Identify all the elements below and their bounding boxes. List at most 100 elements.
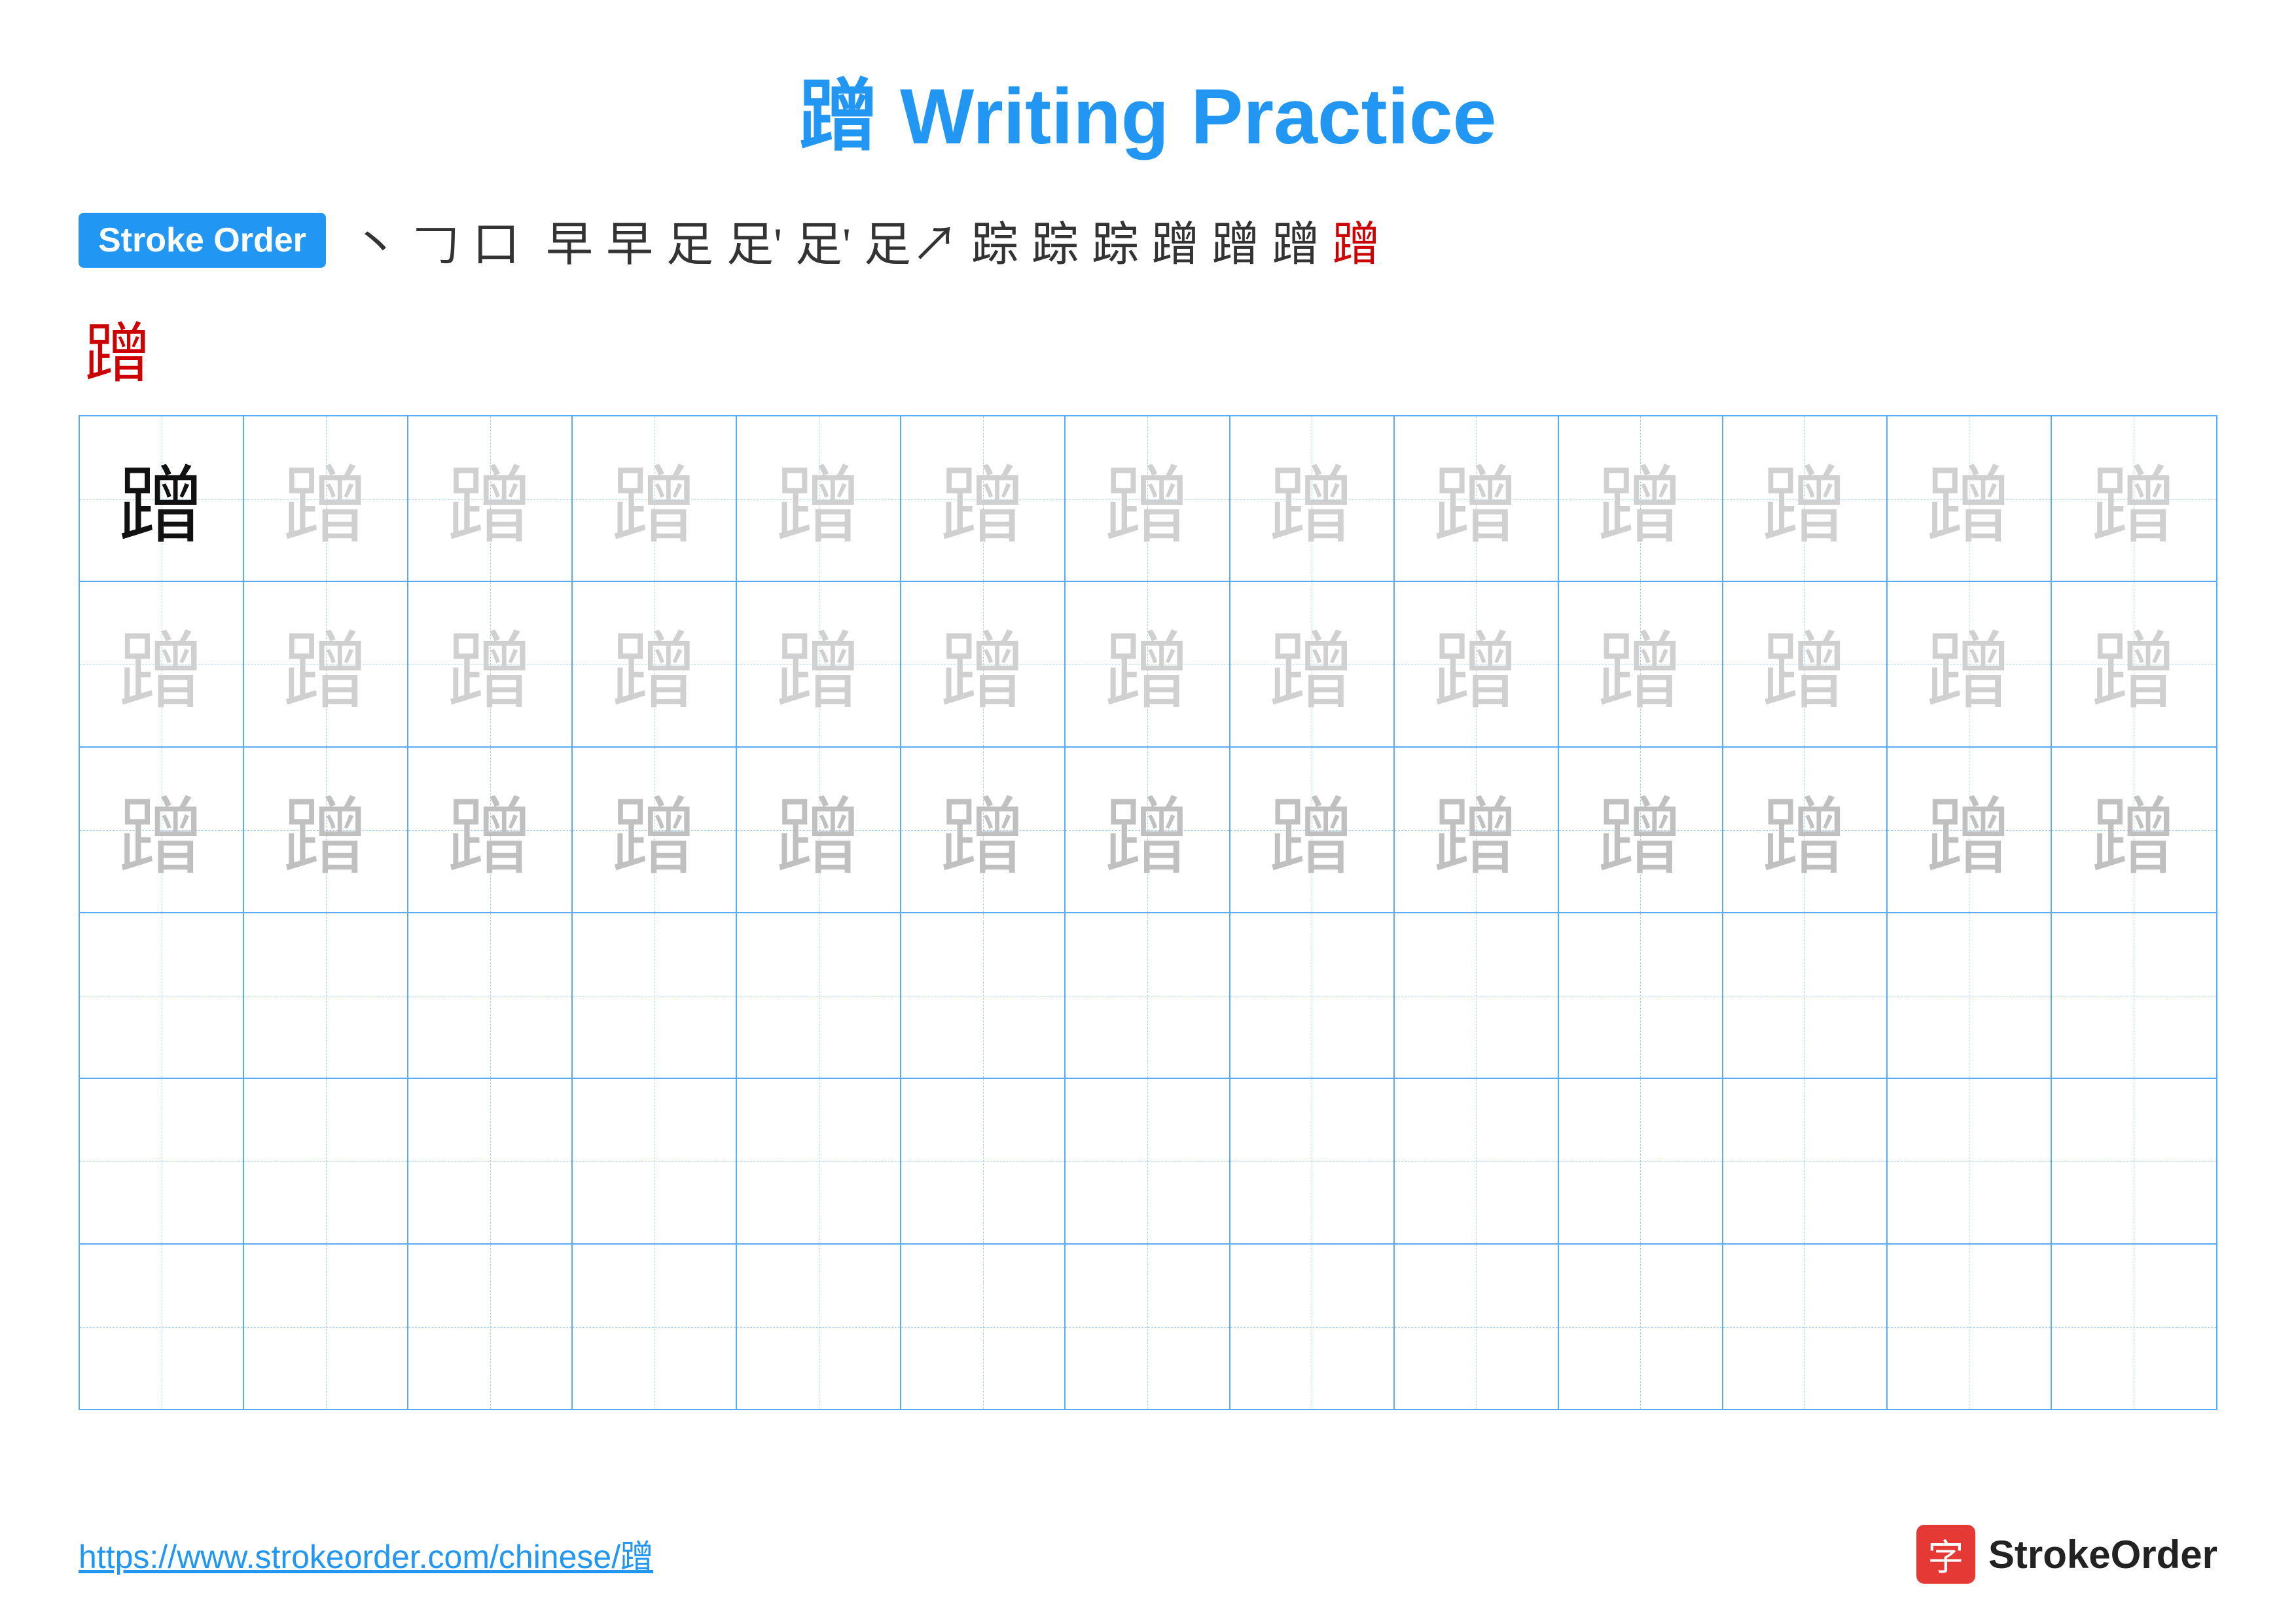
grid-cell-1-7: 蹭: [1066, 416, 1230, 581]
grid-cell-2-3: 蹭: [408, 582, 573, 746]
stroke-11: 踪: [971, 206, 1018, 274]
char-light: 蹭: [1926, 437, 2011, 560]
grid-cell-4-8[interactable]: [1230, 913, 1395, 1078]
page: 蹭 Writing Practice Stroke Order 丶 𠃌 口 𠃆 …: [0, 0, 2296, 1623]
stroke-7: 足: [666, 206, 713, 274]
grid-cell-6-10[interactable]: [1559, 1245, 1723, 1409]
grid-cell-4-13[interactable]: [2052, 913, 2216, 1078]
char-medium-light: 蹭: [1598, 769, 1683, 892]
char-medium-light: 蹭: [941, 769, 1026, 892]
char-medium-light: 蹭: [283, 769, 368, 892]
grid-cell-4-7[interactable]: [1066, 913, 1230, 1078]
grid-cell-6-4[interactable]: [573, 1245, 737, 1409]
grid-cell-4-9[interactable]: [1395, 913, 1559, 1078]
char-light: 蹭: [1433, 603, 1518, 726]
grid-cell-3-1: 蹭: [80, 748, 244, 912]
stroke-chars: 丶 𠃌 口 𠃆 早 早 足 足' 足' 足↗ 踪 踪 踪 蹭 蹭 蹭 蹭: [352, 206, 1380, 274]
grid-cell-4-4[interactable]: [573, 913, 737, 1078]
grid-cell-1-8: 蹭: [1230, 416, 1395, 581]
char-light: 蹭: [119, 603, 204, 726]
char-light: 蹭: [2091, 437, 2176, 560]
char-light: 蹭: [1762, 603, 1847, 726]
char-dark: 蹭: [119, 437, 204, 560]
grid-cell-6-2[interactable]: [244, 1245, 408, 1409]
grid-cell-5-1[interactable]: [80, 1079, 244, 1243]
grid-cell-4-10[interactable]: [1559, 913, 1723, 1078]
grid-row-3: 蹭 蹭 蹭 蹭 蹭 蹭 蹭 蹭 蹭: [80, 748, 2216, 913]
grid-cell-1-3: 蹭: [408, 416, 573, 581]
grid-cell-1-6: 蹭: [901, 416, 1066, 581]
grid-cell-2-11: 蹭: [1723, 582, 1888, 746]
grid-cell-5-7[interactable]: [1066, 1079, 1230, 1243]
char-light: 蹭: [612, 437, 697, 560]
char-light: 蹭: [612, 603, 697, 726]
grid-cell-5-11[interactable]: [1723, 1079, 1888, 1243]
grid-cell-6-5[interactable]: [737, 1245, 901, 1409]
grid-cell-4-6[interactable]: [901, 913, 1066, 1078]
grid-row-4: [80, 913, 2216, 1079]
char-light: 蹭: [1598, 437, 1683, 560]
final-character-display: 蹭: [85, 301, 2217, 395]
grid-cell-5-12[interactable]: [1888, 1079, 2052, 1243]
stroke-3: 口: [473, 206, 520, 274]
stroke-14: 蹭: [1152, 206, 1199, 274]
stroke-1: 丶: [352, 206, 399, 274]
char-light: 蹭: [941, 603, 1026, 726]
char-medium-light: 蹭: [1269, 769, 1354, 892]
grid-cell-5-8[interactable]: [1230, 1079, 1395, 1243]
char-medium-light: 蹭: [119, 769, 204, 892]
stroke-17: 蹭: [1333, 206, 1380, 274]
page-title: 蹭 Writing Practice: [79, 52, 2217, 166]
stroke-5: 早: [546, 206, 593, 274]
grid-cell-3-10: 蹭: [1559, 748, 1723, 912]
grid-cell-5-5[interactable]: [737, 1079, 901, 1243]
grid-cell-5-10[interactable]: [1559, 1079, 1723, 1243]
grid-cell-6-8[interactable]: [1230, 1245, 1395, 1409]
grid-cell-2-7: 蹭: [1066, 582, 1230, 746]
grid-cell-3-6: 蹭: [901, 748, 1066, 912]
stroke-9: 足': [795, 206, 851, 274]
grid-row-5: [80, 1079, 2216, 1245]
char-medium-light: 蹭: [776, 769, 861, 892]
grid-cell-6-9[interactable]: [1395, 1245, 1559, 1409]
grid-cell-5-13[interactable]: [2052, 1079, 2216, 1243]
char-light: 蹭: [1926, 603, 2011, 726]
grid-cell-6-11[interactable]: [1723, 1245, 1888, 1409]
char-light: 蹭: [1105, 603, 1190, 726]
grid-cell-3-11: 蹭: [1723, 748, 1888, 912]
grid-cell-6-7[interactable]: [1066, 1245, 1230, 1409]
char-light: 蹭: [283, 603, 368, 726]
grid-cell-4-2[interactable]: [244, 913, 408, 1078]
grid-cell-1-10: 蹭: [1559, 416, 1723, 581]
grid-cell-3-3: 蹭: [408, 748, 573, 912]
grid-cell-5-4[interactable]: [573, 1079, 737, 1243]
grid-cell-1-5: 蹭: [737, 416, 901, 581]
grid-cell-1-12: 蹭: [1888, 416, 2052, 581]
char-light: 蹭: [1269, 603, 1354, 726]
grid-cell-3-7: 蹭: [1066, 748, 1230, 912]
grid-cell-3-9: 蹭: [1395, 748, 1559, 912]
grid-cell-6-3[interactable]: [408, 1245, 573, 1409]
grid-cell-6-12[interactable]: [1888, 1245, 2052, 1409]
grid-cell-6-1[interactable]: [80, 1245, 244, 1409]
char-light: 蹭: [1762, 437, 1847, 560]
grid-cell-6-6[interactable]: [901, 1245, 1066, 1409]
grid-cell-4-11[interactable]: [1723, 913, 1888, 1078]
grid-cell-5-3[interactable]: [408, 1079, 573, 1243]
grid-cell-5-6[interactable]: [901, 1079, 1066, 1243]
stroke-10: 足↗: [864, 206, 958, 274]
grid-cell-5-9[interactable]: [1395, 1079, 1559, 1243]
grid-cell-4-1[interactable]: [80, 913, 244, 1078]
grid-cell-4-12[interactable]: [1888, 913, 2052, 1078]
practice-grid: 蹭 蹭 蹭 蹭 蹭 蹭 蹭 蹭 蹭: [79, 415, 2217, 1410]
grid-cell-1-4: 蹭: [573, 416, 737, 581]
grid-row-6: [80, 1245, 2216, 1409]
char-light: 蹭: [776, 603, 861, 726]
grid-cell-5-2[interactable]: [244, 1079, 408, 1243]
grid-cell-4-3[interactable]: [408, 913, 573, 1078]
grid-cell-2-13: 蹭: [2052, 582, 2216, 746]
footer-url[interactable]: https://www.strokeorder.com/chinese/蹭: [79, 1531, 653, 1578]
grid-cell-3-8: 蹭: [1230, 748, 1395, 912]
grid-cell-4-5[interactable]: [737, 913, 901, 1078]
grid-cell-6-13[interactable]: [2052, 1245, 2216, 1409]
